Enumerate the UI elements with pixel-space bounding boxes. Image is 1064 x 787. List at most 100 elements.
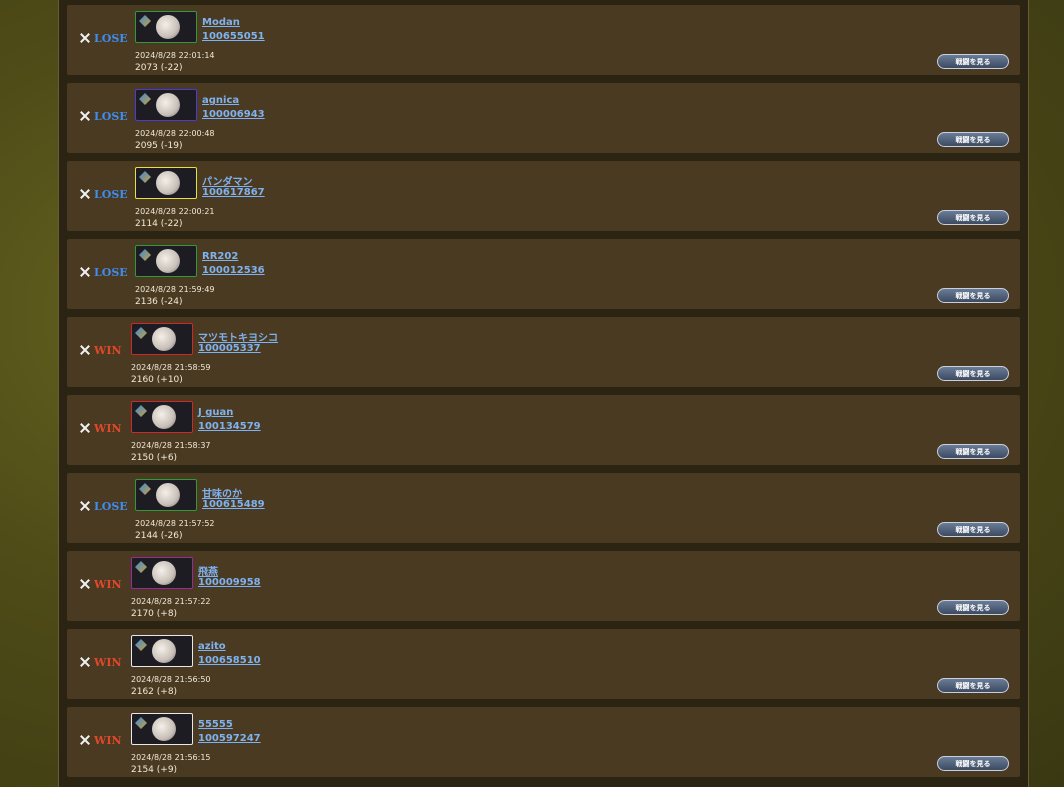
character-portrait-icon [156,171,180,195]
opponent-avatar[interactable] [135,245,197,277]
match-row: WIN azito 100658510 2024/8/28 21:56:50 2… [67,629,1020,699]
rating-change: 2095 (-19) [135,141,183,151]
result-label: LOSE [94,499,128,513]
crossed-swords-icon [79,422,91,434]
character-portrait-icon [156,483,180,507]
view-battle-button[interactable]: 戦闘を見る [937,132,1009,147]
opponent-avatar[interactable] [131,713,193,745]
opponent-id-link[interactable]: 100006943 [202,109,265,120]
opponent-id-link[interactable]: 100134579 [198,421,261,432]
result-badge: LOSE [79,109,128,123]
match-row: WIN J guan 100134579 2024/8/28 21:58:37 … [67,395,1020,465]
rank-emblem-icon [139,15,151,27]
match-row: LOSE パンダマン 100617867 2024/8/28 22:00:21 … [67,161,1020,231]
view-battle-button[interactable]: 戦闘を見る [937,600,1009,615]
result-badge: WIN [79,421,122,435]
match-timestamp: 2024/8/28 22:01:14 [135,51,215,60]
rank-emblem-icon [139,171,151,183]
rating-change: 2114 (-22) [135,219,183,229]
match-timestamp: 2024/8/28 21:57:22 [131,597,211,606]
match-row: LOSE Modan 100655051 2024/8/28 22:01:14 … [67,5,1020,75]
opponent-id-link[interactable]: 100615489 [202,499,265,510]
result-label: LOSE [94,265,128,279]
match-timestamp: 2024/8/28 21:56:50 [131,675,211,684]
character-portrait-icon [156,15,180,39]
result-label: WIN [94,655,122,669]
rating-change: 2136 (-24) [135,297,183,307]
opponent-avatar[interactable] [131,401,193,433]
character-portrait-icon [152,561,176,585]
match-history-panel: LOSE Modan 100655051 2024/8/28 22:01:14 … [58,0,1029,787]
opponent-avatar[interactable] [135,89,197,121]
crossed-swords-icon [79,578,91,590]
opponent-id-link[interactable]: 100009958 [198,577,261,588]
result-badge: LOSE [79,187,128,201]
opponent-avatar[interactable] [135,167,197,199]
opponent-name-link[interactable]: パンダマン [202,173,253,188]
opponent-name-link[interactable]: RR202 [202,251,238,262]
opponent-name-link[interactable]: 55555 [198,719,233,730]
crossed-swords-icon [79,656,91,668]
rank-emblem-icon [135,405,147,417]
opponent-name-link[interactable]: azito [198,641,226,652]
result-label: LOSE [94,31,128,45]
crossed-swords-icon [79,188,91,200]
result-badge: WIN [79,343,122,357]
result-label: WIN [94,421,122,435]
opponent-name-link[interactable]: agnica [202,95,239,106]
opponent-id-link[interactable]: 100617867 [202,187,265,198]
view-battle-button[interactable]: 戦闘を見る [937,210,1009,225]
rating-change: 2144 (-26) [135,531,183,541]
opponent-id-link[interactable]: 100658510 [198,655,261,666]
view-battle-button[interactable]: 戦闘を見る [937,54,1009,69]
view-battle-button[interactable]: 戦闘を見る [937,444,1009,459]
opponent-name-link[interactable]: マツモトキヨシコ [198,329,278,344]
match-row: WIN 55555 100597247 2024/8/28 21:56:15 2… [67,707,1020,777]
crossed-swords-icon [79,266,91,278]
result-label: LOSE [94,109,128,123]
character-portrait-icon [156,93,180,117]
crossed-swords-icon [79,500,91,512]
character-portrait-icon [156,249,180,273]
rating-change: 2073 (-22) [135,63,183,73]
rating-change: 2150 (+6) [131,453,178,463]
view-battle-button[interactable]: 戦闘を見る [937,288,1009,303]
match-timestamp: 2024/8/28 22:00:48 [135,129,215,138]
view-battle-button[interactable]: 戦闘を見る [937,756,1009,771]
match-timestamp: 2024/8/28 21:57:52 [135,519,215,528]
crossed-swords-icon [79,32,91,44]
result-label: WIN [94,733,122,747]
match-timestamp: 2024/8/28 21:58:59 [131,363,211,372]
rating-change: 2162 (+8) [131,687,178,697]
view-battle-button[interactable]: 戦闘を見る [937,522,1009,537]
result-badge: WIN [79,655,122,669]
match-row: WIN マツモトキヨシコ 100005337 2024/8/28 21:58:5… [67,317,1020,387]
match-timestamp: 2024/8/28 21:59:49 [135,285,215,294]
view-battle-button[interactable]: 戦闘を見る [937,678,1009,693]
opponent-name-link[interactable]: J guan [198,407,233,418]
opponent-name-link[interactable]: 飛燕 [198,563,218,578]
character-portrait-icon [152,717,176,741]
rating-change: 2170 (+8) [131,609,178,619]
match-row: LOSE 甘味のか 100615489 2024/8/28 21:57:52 2… [67,473,1020,543]
opponent-id-link[interactable]: 100012536 [202,265,265,276]
result-badge: LOSE [79,499,128,513]
opponent-avatar[interactable] [131,557,193,589]
opponent-id-link[interactable]: 100655051 [202,31,265,42]
opponent-id-link[interactable]: 100005337 [198,343,261,354]
result-label: WIN [94,343,122,357]
character-portrait-icon [152,327,176,351]
view-battle-button[interactable]: 戦闘を見る [937,366,1009,381]
opponent-id-link[interactable]: 100597247 [198,733,261,744]
rank-emblem-icon [135,561,147,573]
opponent-avatar[interactable] [135,11,197,43]
opponent-name-link[interactable]: Modan [202,17,240,28]
opponent-name-link[interactable]: 甘味のか [202,485,242,500]
rank-emblem-icon [135,327,147,339]
opponent-avatar[interactable] [131,635,193,667]
crossed-swords-icon [79,734,91,746]
match-timestamp: 2024/8/28 21:58:37 [131,441,211,450]
rank-emblem-icon [139,483,151,495]
opponent-avatar[interactable] [135,479,197,511]
opponent-avatar[interactable] [131,323,193,355]
